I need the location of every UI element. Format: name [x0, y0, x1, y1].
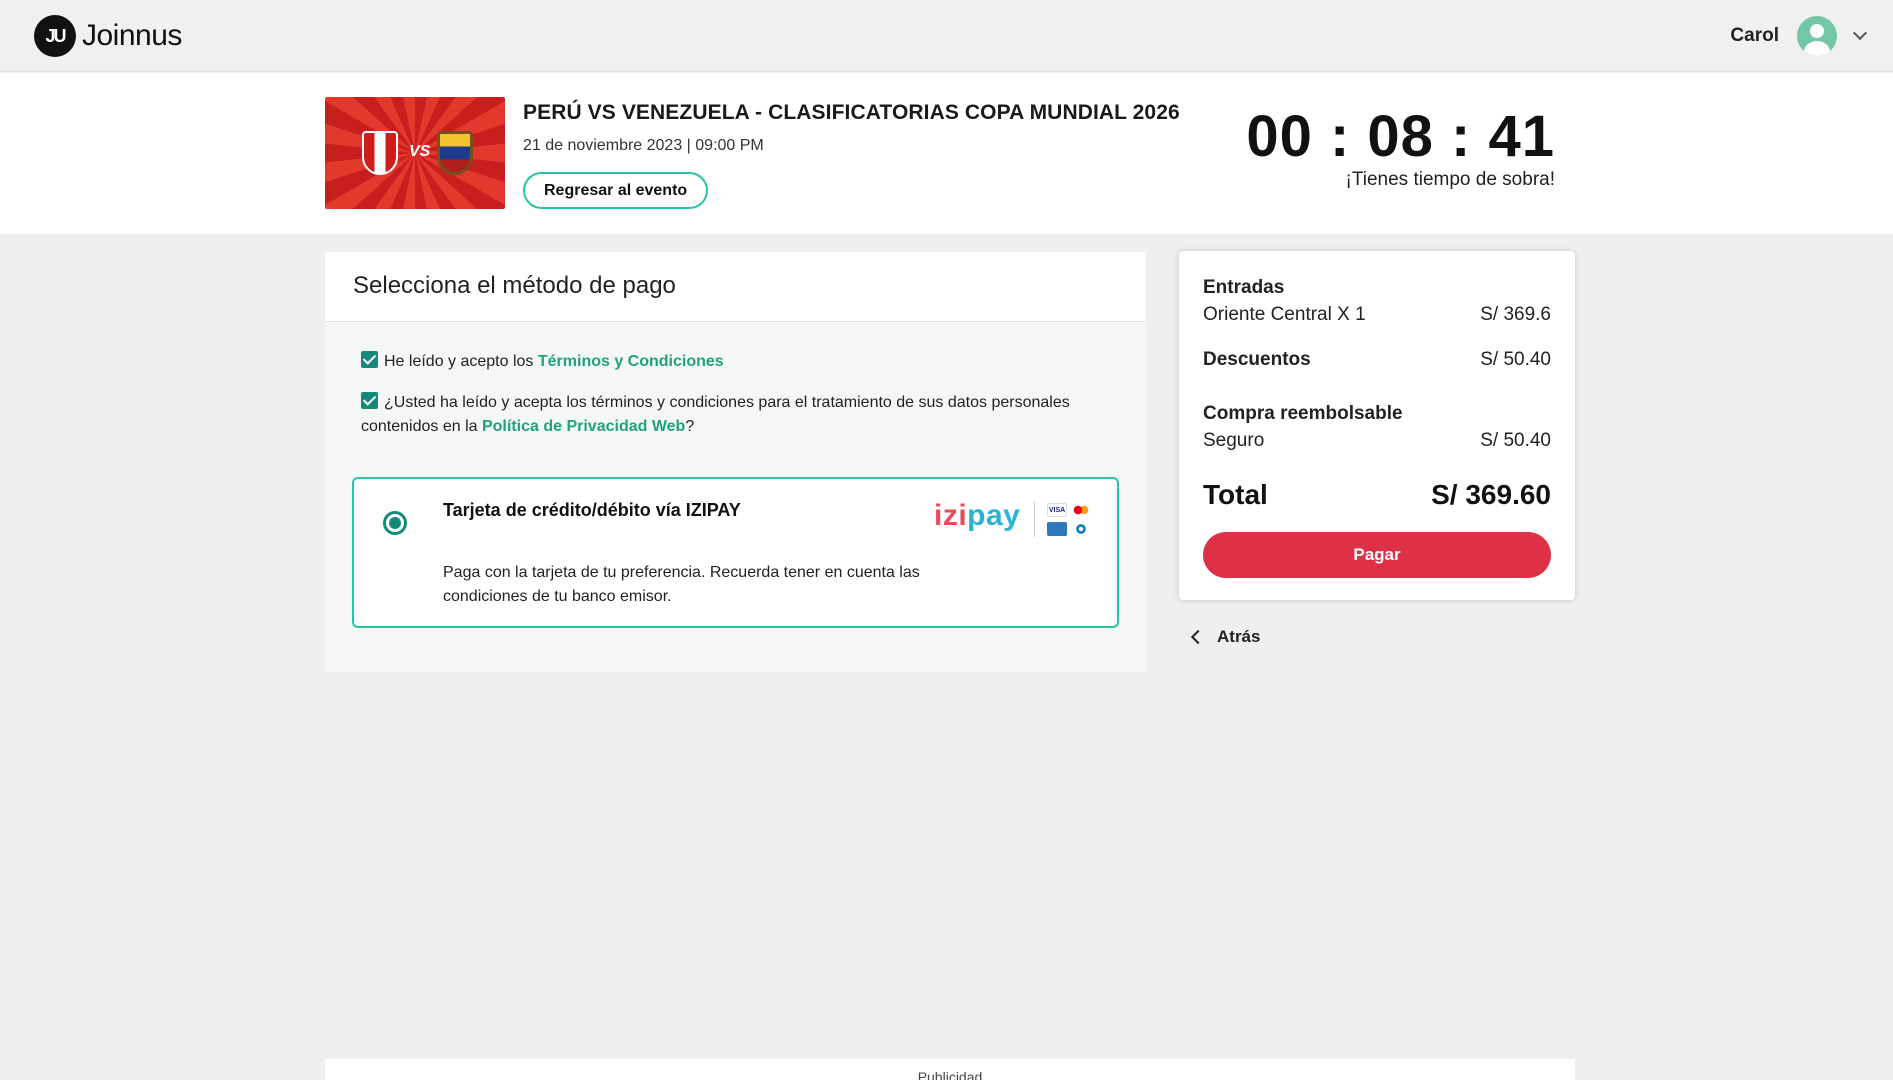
privacy-checkbox[interactable]: [361, 392, 378, 409]
event-title: PERÚ VS VENEZUELA - CLASIFICATORIAS COPA…: [523, 101, 1180, 124]
terms-checkbox[interactable]: [361, 351, 378, 368]
terms-text: He leído y acepto los: [384, 353, 538, 370]
ticket-price: S/ 369.6: [1480, 304, 1551, 325]
chevron-left-icon: [1190, 629, 1206, 645]
izipay-radio[interactable]: [383, 511, 407, 535]
back-to-event-button[interactable]: Regresar al evento: [523, 172, 709, 209]
terms-link[interactable]: Términos y Condiciones: [538, 353, 724, 370]
peru-crest-icon: [362, 131, 398, 175]
privacy-link[interactable]: Política de Privacidad Web: [482, 418, 685, 435]
timer-message: ¡Tienes tiempo de sobra!: [1345, 169, 1555, 190]
insurance-label: Seguro: [1203, 430, 1265, 451]
ticket-row: Oriente Central X 1 S/ 369.6: [1203, 304, 1551, 326]
user-menu[interactable]: Carol: [1730, 16, 1868, 56]
ads-label: Publicidad: [917, 1069, 983, 1080]
method-title: Tarjeta de crédito/débito vía IZIPAY: [443, 500, 741, 520]
privacy-suffix: ?: [685, 418, 695, 435]
discounts-label: Descuentos: [1203, 349, 1311, 370]
discounts-value: S/ 50.40: [1480, 349, 1551, 370]
payment-heading: Selecciona el método de pago: [325, 252, 1146, 322]
logo-text: Joinnus: [82, 19, 182, 52]
total-value: S/ 369.60: [1431, 479, 1551, 510]
ticket-name: Oriente Central X 1: [1203, 304, 1366, 325]
diners-icon: [1071, 521, 1091, 536]
tickets-label: Entradas: [1203, 277, 1285, 298]
method-description: Paga con la tarjeta de tu preferencia. R…: [443, 564, 920, 605]
privacy-consent: ¿Usted ha leído y acepta los términos y …: [361, 391, 1121, 439]
top-nav: JU Joinnus Carol: [0, 0, 1893, 72]
total-row: Total S/ 369.60: [1203, 479, 1551, 511]
refund-label: Compra reembolsable: [1203, 403, 1403, 424]
refund-heading-row: Compra reembolsable: [1203, 403, 1551, 425]
izipay-logo-izi: izi: [934, 499, 968, 532]
event-header: VS PERÚ VS VENEZUELA - CLASIFICATORIAS C…: [0, 73, 1893, 234]
vs-label: VS: [409, 143, 431, 160]
tickets-heading-row: Entradas: [1203, 277, 1551, 299]
terms-consent: He leído y acepto los Términos y Condici…: [361, 350, 1121, 374]
izipay-logo-pay: pay: [967, 499, 1021, 532]
mastercard-icon: [1071, 503, 1091, 517]
total-label: Total: [1203, 479, 1268, 510]
insurance-row: Seguro S/ 50.40: [1203, 430, 1551, 452]
back-link[interactable]: Atrás: [1190, 627, 1261, 647]
chevron-down-icon[interactable]: [1852, 25, 1868, 41]
event-image: VS: [325, 97, 505, 209]
brand-divider: [1034, 501, 1035, 537]
back-link-label: Atrás: [1217, 627, 1261, 646]
privacy-text: ¿Usted ha leído y acepta los términos y …: [361, 394, 1070, 435]
avatar-icon[interactable]: [1797, 16, 1837, 56]
discounts-row: Descuentos S/ 50.40: [1203, 349, 1551, 371]
pay-button[interactable]: Pagar: [1203, 532, 1551, 578]
logo-mark-icon: JU: [34, 15, 76, 57]
countdown-timer: 00 : 08 : 41: [1246, 104, 1555, 169]
event-date: 21 de noviembre 2023 | 09:00 PM: [523, 137, 764, 154]
venezuela-crest-icon: [437, 131, 473, 175]
joinnus-logo[interactable]: JU Joinnus: [34, 15, 182, 57]
payment-method-panel: Selecciona el método de pago He leído y …: [325, 252, 1146, 672]
izipay-method-card[interactable]: Tarjeta de crédito/débito vía IZIPAY Pag…: [352, 477, 1119, 628]
ads-banner: Publicidad: [325, 1059, 1575, 1080]
visa-icon: VISA: [1047, 503, 1067, 517]
amex-icon: [1047, 521, 1067, 536]
insurance-value: S/ 50.40: [1480, 430, 1551, 451]
user-name: Carol: [1730, 25, 1779, 46]
card-brands: VISA: [1047, 503, 1091, 537]
izipay-logo: izipay: [934, 499, 1020, 533]
order-summary: Entradas Oriente Central X 1 S/ 369.6 De…: [1179, 251, 1575, 600]
